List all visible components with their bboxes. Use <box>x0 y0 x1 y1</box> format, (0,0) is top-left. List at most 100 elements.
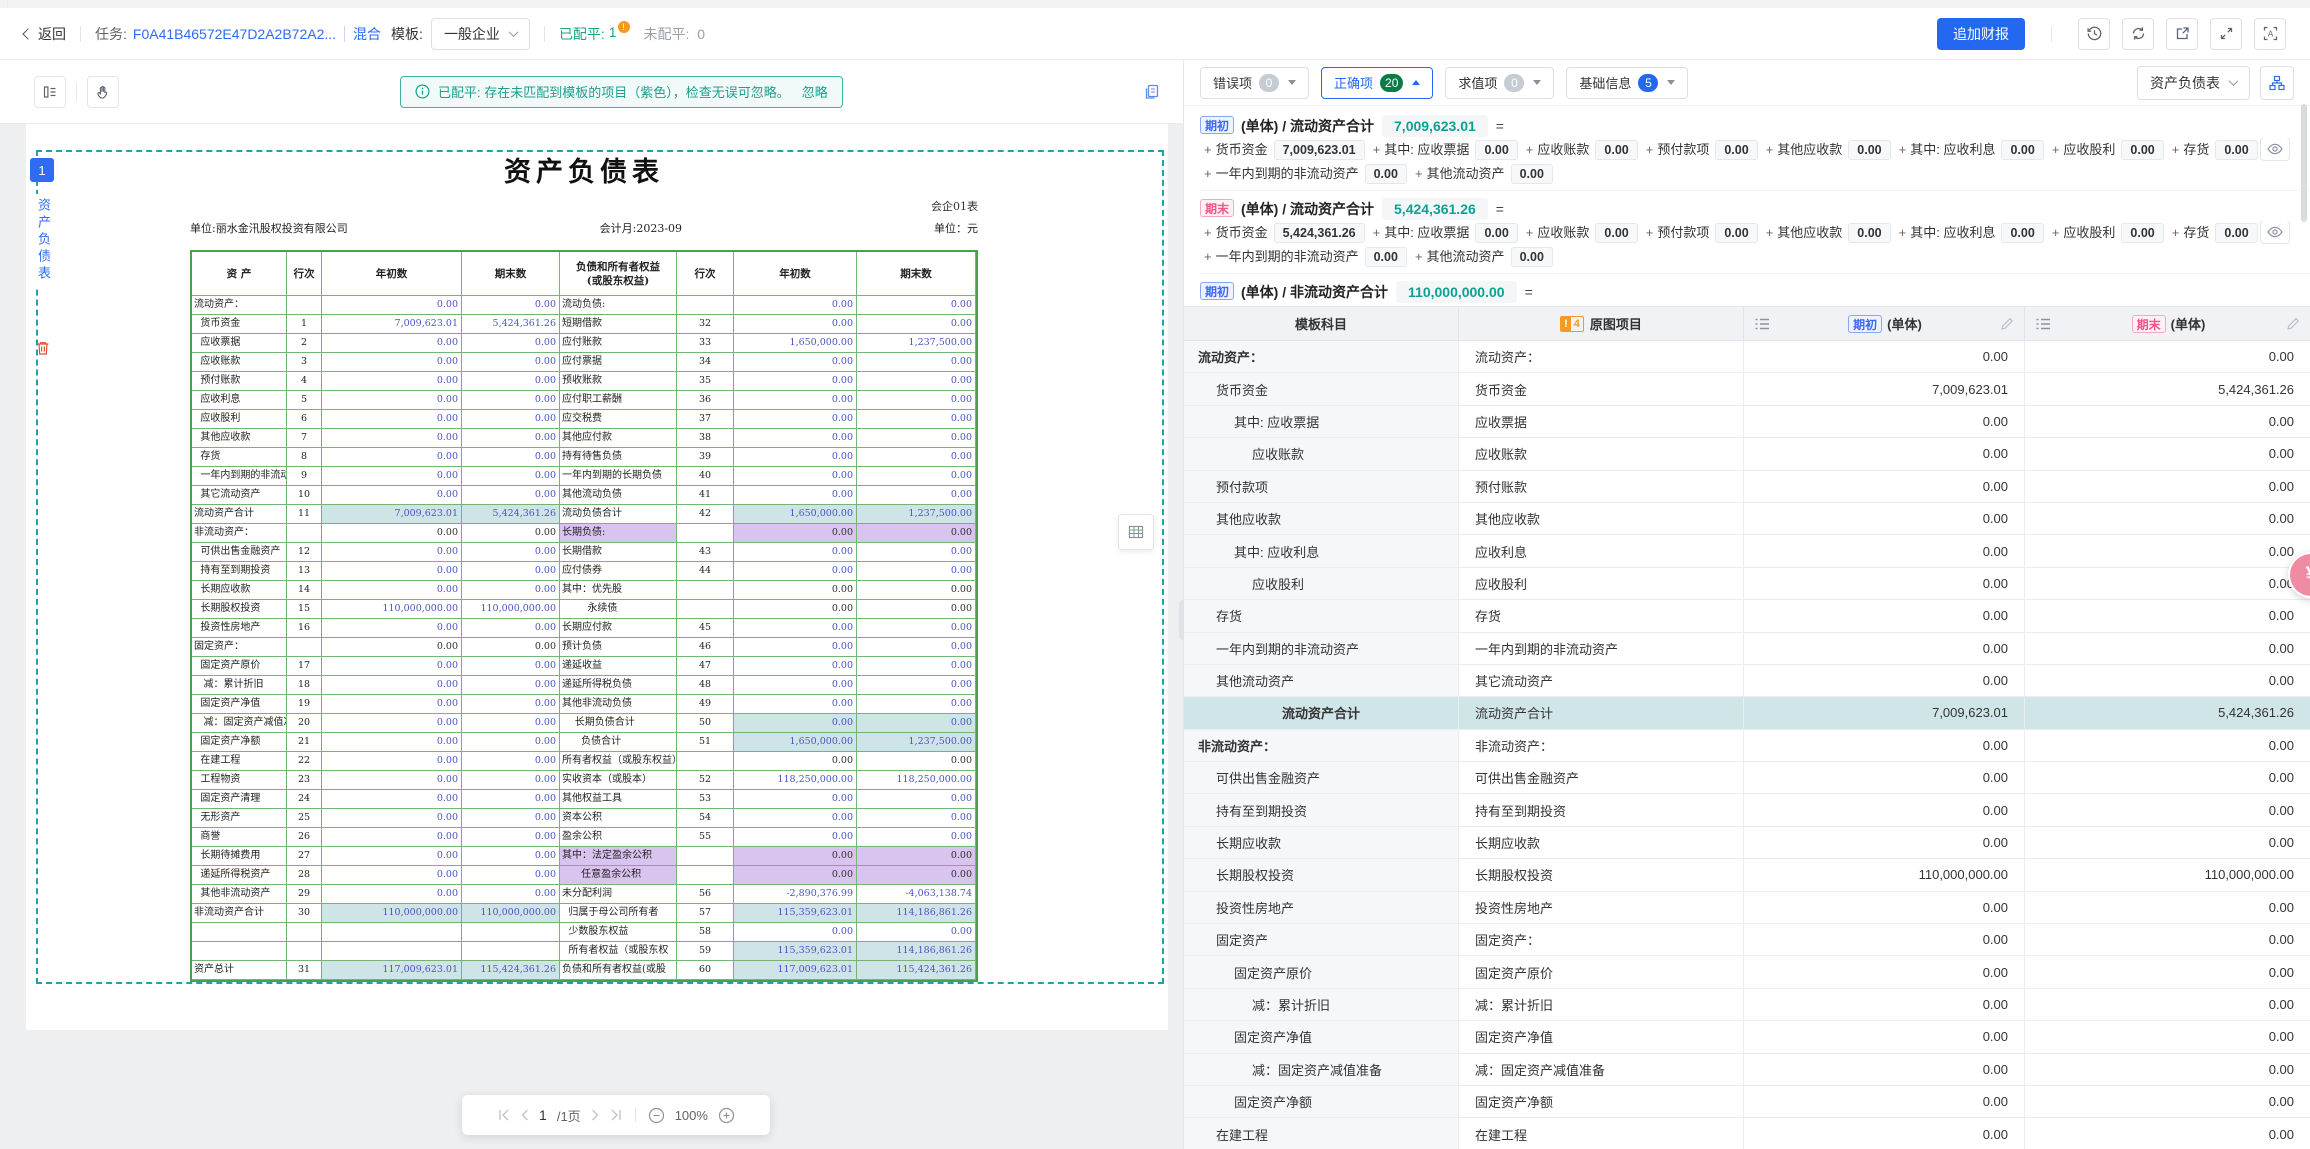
prev-page-button[interactable] <box>521 1109 529 1121</box>
original-item-cell: 应收票据 <box>1459 406 1744 437</box>
first-page-button[interactable] <box>497 1109 511 1121</box>
mapping-row[interactable]: 固定资产净额固定资产净额0.000.00 <box>1184 1086 2310 1118</box>
filter-button-errors[interactable]: 错误项0 <box>1200 67 1309 99</box>
zoom-in-icon <box>718 1107 735 1124</box>
back-button[interactable]: 返回 <box>24 24 66 44</box>
period-begin-value-cell: 0.00 <box>1744 1021 2025 1052</box>
mapping-row[interactable]: 投资性房地产投资性房地产0.000.00 <box>1184 892 2310 924</box>
copy-document-button[interactable] <box>1143 83 1161 101</box>
template-select[interactable]: 一般企业 <box>431 18 530 50</box>
outline-toggle-button[interactable] <box>34 76 66 108</box>
period-begin-value-cell: 0.00 <box>1744 568 2025 599</box>
mapping-row[interactable]: 预付款项预付账款0.000.00 <box>1184 471 2310 503</box>
mapping-row[interactable]: 在建工程在建工程0.000.00 <box>1184 1118 2310 1149</box>
doc-cell: 0.00 <box>322 866 462 885</box>
mapping-row[interactable]: 流动资产合计流动资产合计7,009,623.015,424,361.26 <box>1184 697 2310 729</box>
zoom-out-button[interactable] <box>648 1107 665 1124</box>
mapping-row[interactable]: 一年内到期的非流动资产一年内到期的非流动资产0.000.00 <box>1184 633 2310 665</box>
mapping-row[interactable]: 固定资产净值固定资产净值0.000.00 <box>1184 1021 2310 1053</box>
doc-cell: 0.00 <box>857 714 976 733</box>
mapping-row[interactable]: 可供出售金融资产可供出售金融资产0.000.00 <box>1184 762 2310 794</box>
formula-operands-line: +货币资金5,424,361.26+其中: 应收票据0.00+应收账款0.00+… <box>1200 221 2310 245</box>
mapping-row[interactable]: 长期股权投资长期股权投资110,000,000.00110,000,000.00 <box>1184 859 2310 891</box>
original-item-cell: 减：固定资产减值准备 <box>1459 1054 1744 1085</box>
mapping-row[interactable]: 流动资产：流动资产：0.000.00 <box>1184 341 2310 373</box>
scrollbar-thumb[interactable] <box>2301 104 2307 222</box>
doc-cell <box>287 524 322 543</box>
doc-cell: 10 <box>287 486 322 505</box>
operand-value: 0.00 <box>1715 140 1757 160</box>
next-page-button[interactable] <box>591 1109 599 1121</box>
balanced-status: 已配平: 1 ! <box>559 24 630 44</box>
doc-cell: 13 <box>287 562 322 581</box>
mapping-row[interactable]: 其他应收款其他应收款0.000.00 <box>1184 503 2310 535</box>
ignore-link[interactable]: 忽略 <box>802 82 828 101</box>
mapping-row[interactable]: 长期应收款长期应收款0.000.00 <box>1184 827 2310 859</box>
doc-cell <box>322 923 462 942</box>
original-item-cell: 长期应收款 <box>1459 827 1744 858</box>
template-subject-label: 应收股利 <box>1184 574 1304 593</box>
menu-icon[interactable] <box>2035 317 2051 331</box>
doc-cell: 归属于母公司所有者 <box>560 904 677 923</box>
refresh-button[interactable] <box>2122 18 2154 50</box>
delete-page-button[interactable] <box>35 340 51 359</box>
doc-cell: 0.00 <box>462 638 560 657</box>
mapping-row[interactable]: 其中: 应收利息应收利息0.000.00 <box>1184 535 2310 567</box>
last-page-button[interactable] <box>609 1109 623 1121</box>
filter-button-correct[interactable]: 正确项20 <box>1321 67 1433 99</box>
table-extract-button[interactable] <box>1118 514 1154 550</box>
doc-cell: 0.00 <box>734 315 857 334</box>
operand-value: 0.00 <box>1511 164 1553 184</box>
mapping-row[interactable]: 持有至到期投资持有至到期投资0.000.00 <box>1184 794 2310 826</box>
ocr-recognize-button[interactable]: A <box>2254 18 2286 50</box>
page-tab-number[interactable]: 1 <box>30 158 54 182</box>
divider <box>76 83 77 101</box>
mapping-row[interactable]: 其他流动资产其它流动资产0.000.00 <box>1184 665 2310 697</box>
doc-cell: 预收账款 <box>560 372 677 391</box>
filter-button-basic-info[interactable]: 基础信息5 <box>1566 67 1688 99</box>
doc-cell: 0.00 <box>857 923 976 942</box>
mapping-row[interactable]: 应收股利应收股利0.000.00 <box>1184 568 2310 600</box>
doc-cell: 1,650,000.00 <box>734 334 857 353</box>
page-tab-title[interactable]: 资产负债表 <box>33 194 54 287</box>
visibility-toggle-button[interactable] <box>2260 138 2290 161</box>
doc-cell: 9 <box>287 467 322 486</box>
pan-tool-button[interactable] <box>87 76 119 108</box>
pencil-icon[interactable] <box>2286 317 2300 331</box>
mapping-row[interactable]: 固定资产原价固定资产原价0.000.00 <box>1184 956 2310 988</box>
operand-name: 应收股利 <box>2063 225 2115 240</box>
doc-cell: 1 <box>287 315 322 334</box>
zoom-in-button[interactable] <box>718 1107 735 1124</box>
plus-sign: + <box>1415 166 1423 181</box>
menu-icon[interactable] <box>1754 317 1770 331</box>
original-item-cell: 投资性房地产 <box>1459 892 1744 923</box>
notice-text: 已配平: 存在未匹配到模板的项目（紫色），检查无误可忽略。 <box>438 82 790 101</box>
report-select[interactable]: 资产负债表 <box>2137 66 2250 100</box>
mapping-row[interactable]: 减：固定资产减值准备减：固定资产减值准备0.000.00 <box>1184 1054 2310 1086</box>
open-external-button[interactable] <box>2166 18 2198 50</box>
filter-button-evaluate[interactable]: 求值项0 <box>1445 67 1554 99</box>
task-id-link[interactable]: F0A41B46572E47D2A2B72A2... <box>133 26 336 42</box>
mapping-row[interactable]: 其中: 应收票据应收票据0.000.00 <box>1184 406 2310 438</box>
structure-compare-button[interactable] <box>2260 66 2294 100</box>
mapping-row[interactable]: 存货存货0.000.00 <box>1184 600 2310 632</box>
pencil-icon[interactable] <box>2000 317 2014 331</box>
add-report-button[interactable]: 追加财报 <box>1937 18 2025 50</box>
filter-row: 错误项0 正确项20 求值项0 基础信息5 资产负债表 <box>1184 60 2310 106</box>
mapping-row[interactable]: 减：累计折旧减：累计折旧0.000.00 <box>1184 989 2310 1021</box>
fullscreen-button[interactable] <box>2210 18 2242 50</box>
mapping-row[interactable]: 固定资产固定资产：0.000.00 <box>1184 924 2310 956</box>
doc-cell: 27 <box>287 847 322 866</box>
history-button[interactable] <box>2078 18 2110 50</box>
visibility-toggle-button[interactable] <box>2260 221 2290 244</box>
mapping-row[interactable]: 非流动资产：非流动资产：0.000.00 <box>1184 730 2310 762</box>
doc-cell: 0.00 <box>857 638 976 657</box>
mapping-row[interactable]: 应收账款应收账款0.000.00 <box>1184 438 2310 470</box>
doc-cell: 0.00 <box>734 790 857 809</box>
doc-cell: 0.00 <box>462 524 560 543</box>
plus-sign: + <box>1373 225 1381 240</box>
current-page[interactable]: 1 <box>539 1107 547 1123</box>
mapping-row[interactable]: 货币资金货币资金7,009,623.015,424,361.26 <box>1184 373 2310 405</box>
ocr-recognize-icon: A <box>2262 25 2279 42</box>
task-label: 任务: <box>95 24 127 44</box>
